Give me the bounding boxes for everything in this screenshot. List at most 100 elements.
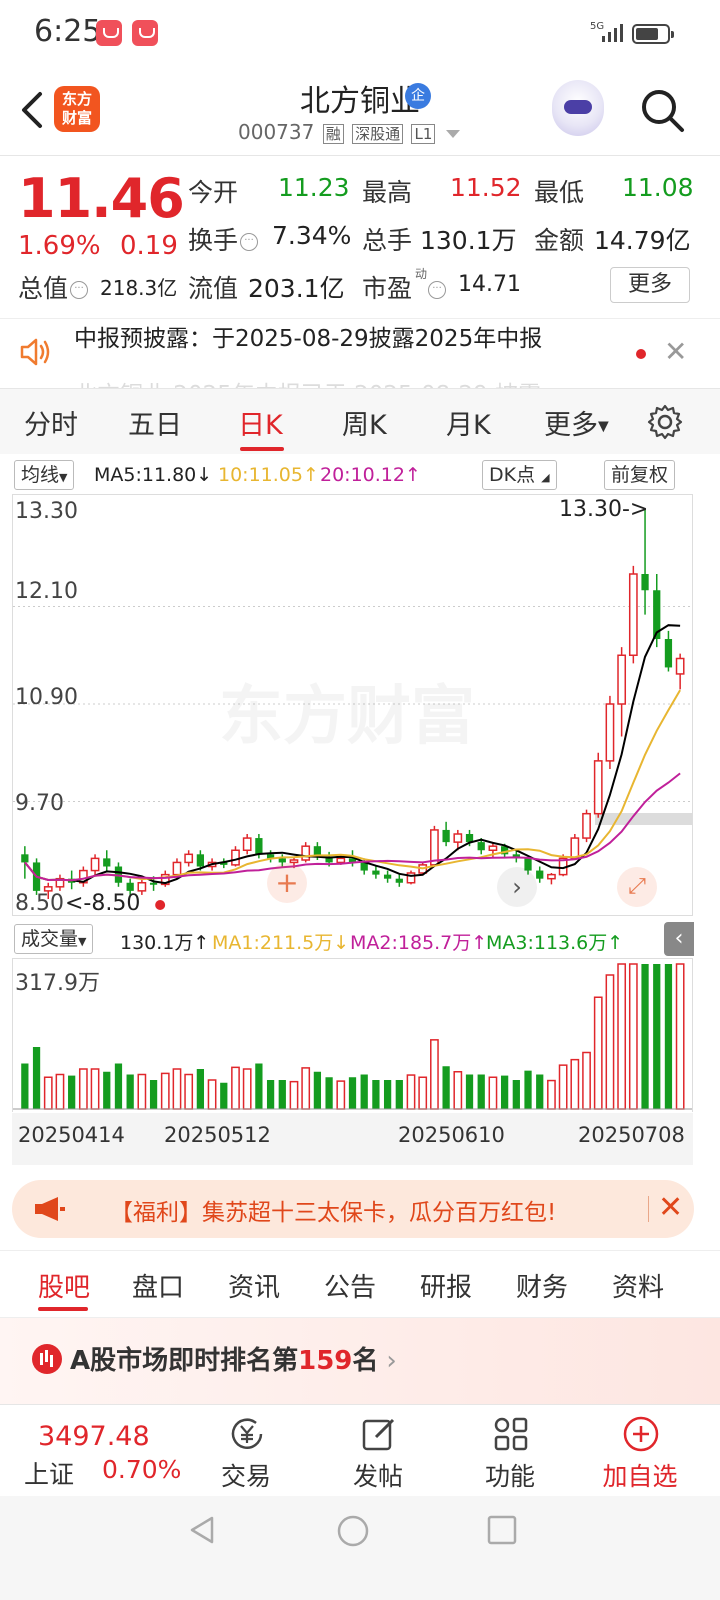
pe-label: 市盈 ··· — [362, 269, 448, 305]
assistant-robot-icon[interactable] — [552, 80, 604, 136]
active-tab-underline — [240, 447, 284, 451]
candle-body-down — [149, 882, 158, 885]
candle-body-down — [477, 842, 485, 851]
nav-post[interactable]: 发帖 — [328, 1405, 428, 1497]
volume-bar-up — [336, 1080, 346, 1110]
more-button[interactable]: 更多 — [610, 267, 690, 303]
tab-announcements[interactable]: 公告 — [324, 1267, 376, 1304]
recents-square-icon[interactable] — [486, 1514, 518, 1546]
volume-bar-up — [617, 963, 627, 1110]
tab-pankou[interactable]: 盘口 — [132, 1267, 184, 1304]
tab-monthly-k[interactable]: 月K — [446, 403, 491, 442]
volume-bar-up — [430, 1039, 439, 1110]
volume-bar-down — [114, 1063, 123, 1109]
volume-bar-down — [266, 1080, 275, 1109]
current-price-band — [595, 813, 692, 825]
index-name: 上证 — [24, 1460, 75, 1489]
candle-body-down — [442, 829, 450, 843]
volume-bar-down — [372, 1080, 380, 1109]
collapse-panel-icon[interactable]: ‹ — [664, 922, 694, 956]
close-icon[interactable]: ✕ — [658, 1190, 683, 1225]
watermark: 东方财富 — [219, 665, 475, 757]
status-time: 6:25 — [34, 14, 102, 49]
date-label: 20250610 — [398, 1123, 505, 1147]
volume-bar-down — [196, 1069, 205, 1109]
nav-functions[interactable]: 功能 — [460, 1405, 560, 1497]
dk-point-select[interactable]: DK点 ◢ — [482, 460, 557, 490]
plus-icon[interactable]: + — [267, 863, 307, 903]
volume-bar-up — [488, 1076, 498, 1110]
candle-body-up — [675, 657, 685, 675]
tab-profile[interactable]: 资料 — [612, 1267, 664, 1304]
mktcap-label: 总值 ··· — [18, 269, 90, 305]
announcement-bar[interactable]: 中报预披露：于2025-08-29披露2025年中报 北方铜业 2025年中报已… — [0, 318, 720, 388]
tab-daily-k[interactable]: 日K — [238, 403, 283, 442]
battery-icon — [632, 24, 674, 44]
candle-body-up — [570, 837, 580, 860]
volume-bar-up — [453, 1071, 463, 1110]
volume-bar-up — [55, 1073, 65, 1110]
chevron-right-icon[interactable]: › — [497, 867, 537, 907]
candle-body-up — [137, 882, 147, 892]
gear-icon[interactable] — [646, 403, 684, 441]
high-value: 11.52 — [450, 173, 522, 202]
margin-tag: 融 — [322, 124, 344, 144]
volume-bar-down — [536, 1074, 544, 1109]
candle-body-up — [90, 857, 100, 872]
stock-code-row[interactable]: 000737 融 深股通 L1 — [238, 120, 460, 144]
candle-body-up — [453, 833, 463, 843]
bottom-nav: 3497.48 上证 0.70% 交易 发帖 功能 加自选 — [0, 1404, 720, 1496]
candle-body-down — [664, 639, 673, 668]
candle-body-up — [547, 873, 556, 880]
tab-guba[interactable]: 股吧 — [38, 1267, 90, 1304]
high-label: 最高 — [362, 178, 413, 207]
tab-research[interactable]: 研报 — [420, 1267, 472, 1304]
rank-suffix: 名 — [352, 1346, 379, 1376]
volume-select[interactable]: 成交量▼ — [14, 924, 94, 954]
info-icon[interactable]: ··· — [240, 233, 259, 251]
volume-bar-up — [406, 1074, 416, 1110]
info-icon[interactable]: ··· — [428, 281, 447, 299]
tab-finance[interactable]: 财务 — [516, 1267, 568, 1304]
rank-banner[interactable]: A股市场即时排名第159名 › — [0, 1318, 720, 1404]
nav-functions-label: 功能 — [484, 1462, 535, 1491]
y-axis-label: 12.10 — [15, 579, 78, 604]
promo-banner[interactable]: 【福利】集苏超十三太保卡，瓜分百万红包! ✕ — [12, 1180, 694, 1238]
date-label: 20250512 — [164, 1123, 271, 1147]
connect-tag: 深股通 — [352, 124, 404, 144]
close-icon[interactable]: ✕ — [664, 335, 687, 368]
y-axis-label: 8.50 — [15, 891, 64, 916]
volume-bar-down — [149, 1080, 158, 1109]
tab-intraday[interactable]: 分时 — [24, 403, 78, 442]
change-percent: 1.69% — [18, 231, 101, 261]
vol-ma1: MA1:211.5万↓ — [212, 932, 350, 954]
ma-select[interactable]: 均线▼ — [14, 460, 75, 490]
kline-chart[interactable]: 13.30 12.10 10.90 9.70 8.50 13.30-> <-8.… — [12, 494, 693, 916]
min-price-marker: <-8.50 — [65, 891, 141, 916]
back-triangle-icon[interactable] — [186, 1514, 218, 1546]
tab-more[interactable]: 更多▼ — [544, 403, 609, 442]
volume-bar-down — [313, 1071, 322, 1109]
level-tag: L1 — [411, 124, 436, 144]
notification-app-icon — [132, 20, 158, 46]
tab-five-day[interactable]: 五日 — [128, 403, 182, 442]
home-circle-icon[interactable] — [336, 1514, 370, 1548]
tab-news[interactable]: 资讯 — [228, 1267, 280, 1304]
tab-weekly-k[interactable]: 周K — [342, 403, 387, 442]
volume-chart[interactable]: 317.9万 — [12, 958, 693, 1112]
add-circle-icon — [623, 1416, 659, 1452]
nav-trade[interactable]: 交易 — [196, 1405, 296, 1497]
volume-bar-up — [628, 963, 638, 1110]
volume-indicator-bar: 成交量▼ 130.1万↑ MA1:211.5万↓ MA2:185.7万↑ MA3… — [0, 920, 720, 958]
candle-body-up — [593, 760, 603, 815]
expand-icon[interactable]: ⤢ — [617, 867, 657, 907]
volume-bar-up — [184, 1073, 194, 1110]
info-icon[interactable]: ··· — [70, 281, 89, 299]
float-value: 203.1亿 — [248, 274, 345, 303]
nav-add-watchlist[interactable]: 加自选 — [590, 1405, 690, 1497]
y-axis-label: 10.90 — [15, 685, 78, 710]
adjust-select[interactable]: 前复权 — [604, 460, 676, 490]
volume-bar-up — [582, 1051, 591, 1110]
notification-app-icon — [96, 20, 122, 46]
search-icon[interactable] — [638, 86, 686, 134]
